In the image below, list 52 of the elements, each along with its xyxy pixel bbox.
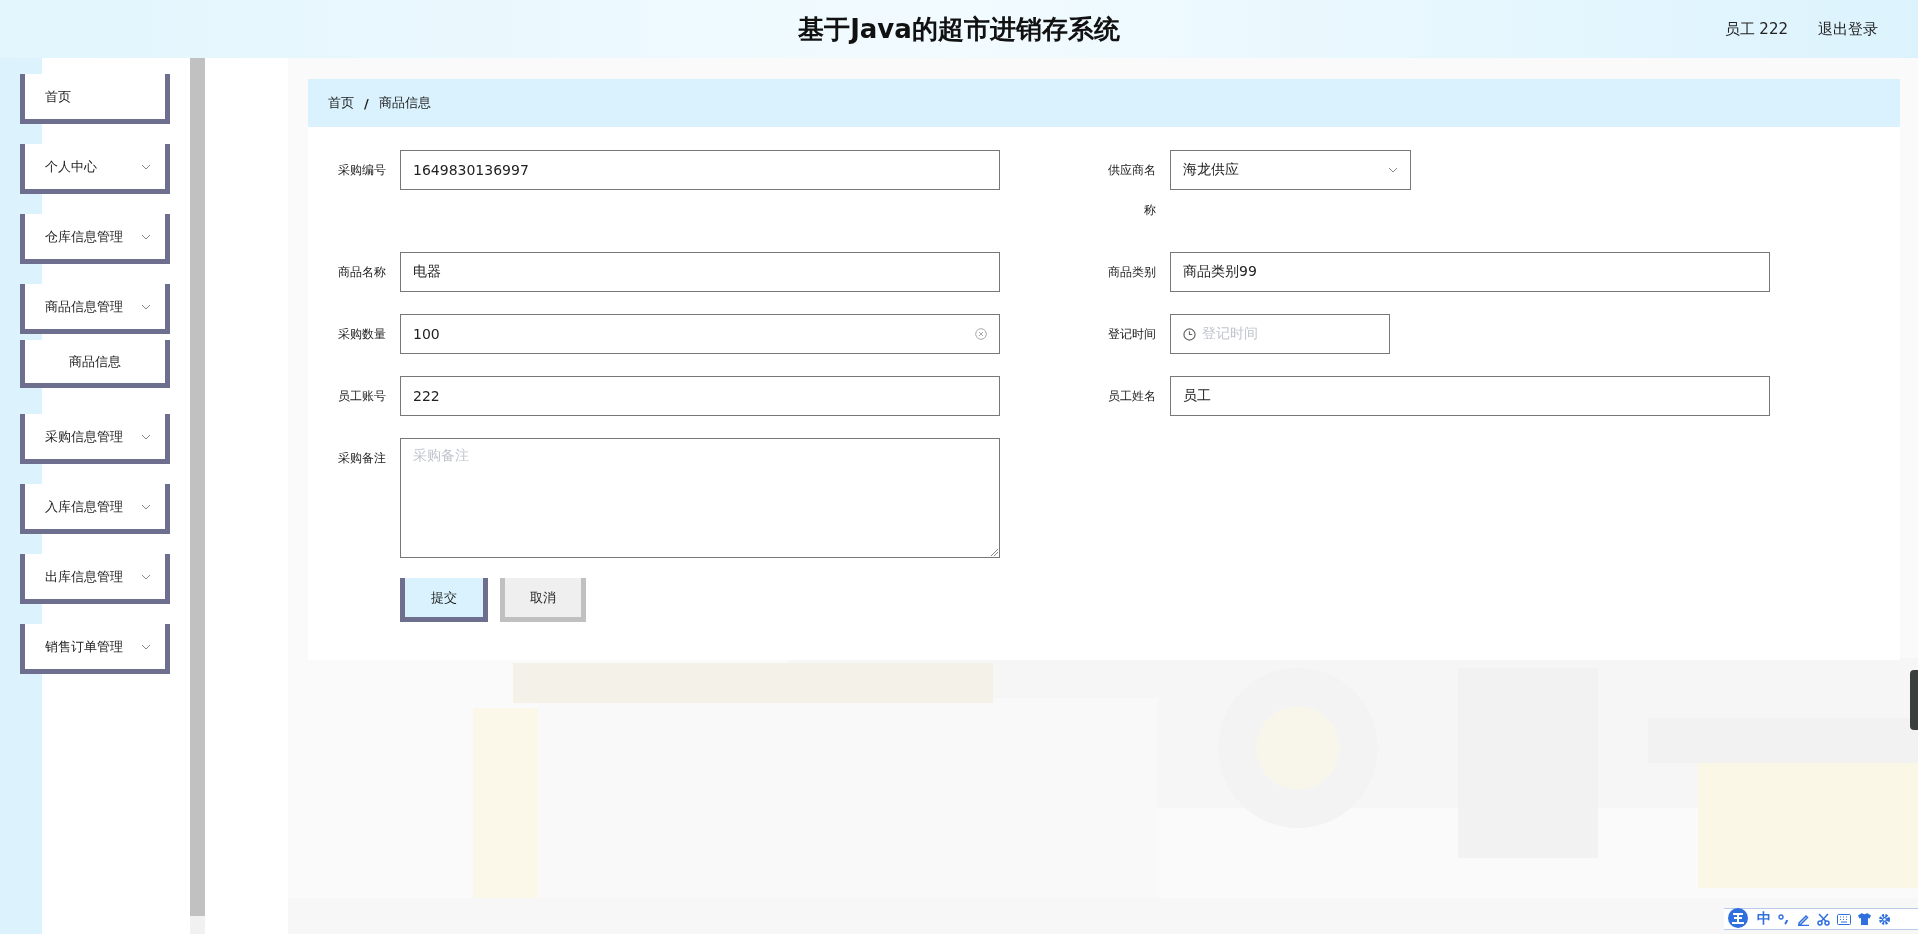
field-label: 采购编号 [337,162,386,179]
breadcrumb-link[interactable]: 商品信息 [378,94,431,112]
breadcrumb-link[interactable]: 首页 [328,94,354,112]
submenu-item[interactable]: 商品信息 [20,340,170,388]
menu-item[interactable]: 商品信息管理 [20,284,170,334]
user-label: 员工 222 [1724,19,1788,39]
field-label: 商品名称 [337,264,386,281]
app-title: 基于Java的超市进销存系统 [798,12,1120,46]
input-field[interactable]: 电器 [400,252,1000,292]
ime-mode[interactable]: 中 [1757,910,1771,928]
chevron-down-icon [141,233,151,240]
input-field[interactable]: 员工 [1170,376,1770,416]
menu-item[interactable]: 仓库信息管理 [20,214,170,264]
ime-logo-icon[interactable] [1726,907,1750,931]
chevron-down-icon [141,433,151,440]
chevron-down-icon [141,643,151,650]
input-field[interactable]: 商品类别99 [1170,252,1770,292]
input-field[interactable]: 100 [400,314,1000,354]
select-field[interactable]: 海龙供应 [1170,150,1411,190]
chevron-down-icon [141,163,151,170]
keyboard-icon[interactable] [1837,913,1851,925]
cancel-button[interactable]: 取消 [500,578,586,622]
clock-icon [1183,327,1196,341]
logout-link[interactable]: 退出登录 [1818,19,1878,39]
field-label: 供应商名称 [1107,162,1156,219]
field-label: 采购数量 [337,326,386,343]
menu-item[interactable]: 出库信息管理 [20,554,170,604]
field-label: 商品类别 [1107,264,1156,281]
menu-item[interactable]: 首页 [20,74,170,124]
punctuation-icon[interactable] [1778,913,1790,925]
chevron-down-icon [1388,167,1398,173]
field-label: 员工姓名 [1107,388,1156,405]
shirt-icon[interactable] [1858,913,1871,925]
chevron-down-icon [141,303,151,310]
menu-item[interactable]: 个人中心 [20,144,170,194]
field-label: 采购备注 [337,450,386,467]
chevron-down-icon [141,503,151,510]
pen-icon[interactable] [1797,912,1810,926]
scrollbar[interactable] [190,58,205,934]
breadcrumb-separator: / [364,95,369,111]
settings-icon[interactable] [1878,912,1891,926]
scissors-icon[interactable] [1817,912,1830,926]
resize-grip-icon [990,548,998,556]
field-label: 员工账号 [337,388,386,405]
chevron-down-icon [141,573,151,580]
menu-item[interactable]: 采购信息管理 [20,414,170,464]
menu-item[interactable]: 销售订单管理 [20,624,170,674]
menu-item[interactable]: 入库信息管理 [20,484,170,534]
input-field[interactable]: 222 [400,376,1000,416]
field-label: 登记时间 [1107,326,1156,343]
submit-button[interactable]: 提交 [400,578,488,622]
input-field[interactable]: 1649830136997 [400,150,1000,190]
